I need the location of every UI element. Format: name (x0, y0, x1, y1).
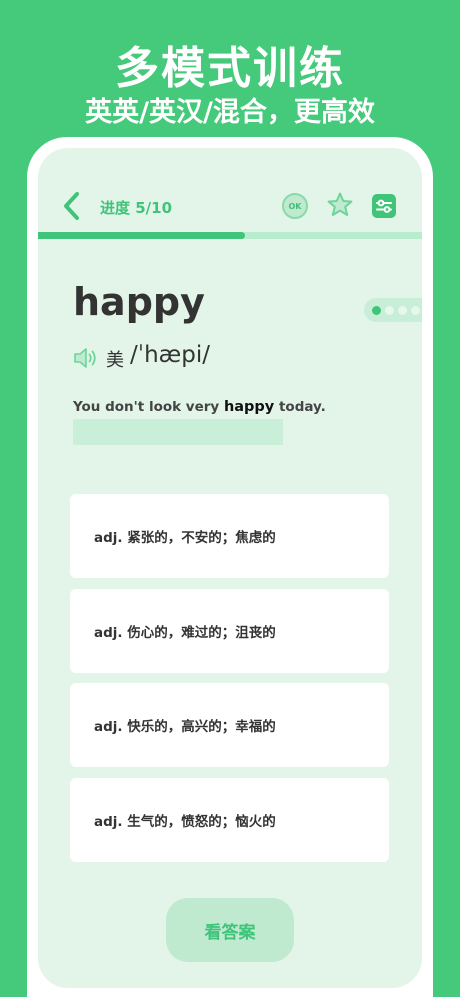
show-answer-label: 看答案 (204, 922, 256, 943)
translation-placeholder (73, 419, 283, 445)
top-bar: 进度 5/10 OK (38, 188, 422, 224)
example-highlight: happy (223, 399, 275, 415)
toggle-settings-icon (376, 199, 392, 213)
option-card-3[interactable]: adj. 快乐的，高兴的；幸福的 (70, 683, 389, 767)
progress-label: 进度 5/10 (100, 199, 173, 217)
mode-pager[interactable] (364, 298, 422, 322)
example-after: today. (274, 399, 326, 415)
option-text: adj. 紧张的，不安的；焦虑的 (94, 530, 276, 546)
promo-title: 多模式训练 (115, 43, 345, 94)
word-title: happy (73, 280, 205, 324)
pronunciation-region: 美 (106, 350, 124, 371)
option-card-1[interactable]: adj. 紧张的，不安的；焦虑的 (70, 494, 389, 578)
speaker-icon (74, 348, 96, 368)
speaker-button[interactable] (73, 346, 99, 370)
star-icon (327, 192, 353, 216)
pager-dot-active (372, 306, 381, 315)
progress-track (38, 232, 422, 239)
chevron-left-icon (64, 192, 79, 220)
pager-dot (411, 306, 420, 315)
ok-icon: OK (288, 201, 302, 211)
favorite-button[interactable] (326, 191, 354, 219)
option-card-4[interactable]: adj. 生气的，愤怒的；恼火的 (70, 778, 389, 862)
option-text: adj. 生气的，愤怒的；恼火的 (94, 814, 276, 830)
option-text: adj. 伤心的，难过的；沮丧的 (94, 625, 276, 641)
promo-subtitle: 英英/英汉/混合，更高效 (85, 97, 375, 128)
phonetic: /ˈhæpi/ (130, 342, 210, 368)
option-card-2[interactable]: adj. 伤心的，难过的；沮丧的 (70, 589, 389, 673)
example-before: You don't look very (73, 399, 224, 415)
option-text: adj. 快乐的，高兴的；幸福的 (94, 719, 276, 735)
ok-button[interactable]: OK (282, 193, 308, 219)
back-button[interactable] (60, 190, 84, 222)
settings-button[interactable] (372, 194, 396, 218)
show-answer-button[interactable]: 看答案 (166, 898, 294, 962)
progress-fill (38, 232, 246, 239)
pager-dot (398, 306, 407, 315)
example-sentence: You don't look very happy today. (73, 399, 326, 415)
app-screen: 进度 5/10 OK happy 美 /ˈhæpi/ You don't loo… (38, 148, 422, 988)
pager-dot (385, 306, 394, 315)
